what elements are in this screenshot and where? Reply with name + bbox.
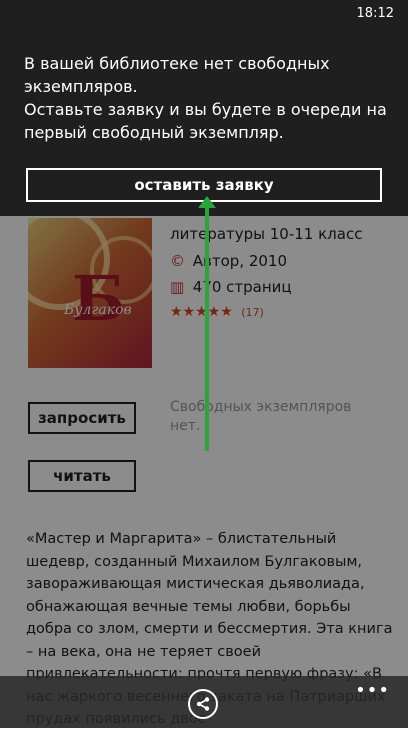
dialog-line-2: Оставьте заявку и вы будете в очереди на… bbox=[24, 100, 387, 142]
more-menu-button[interactable]: ••• bbox=[355, 680, 390, 701]
annotation-arrow bbox=[205, 205, 209, 451]
reservation-dialog: 18:12 В вашей библиотеке нет свободных э… bbox=[0, 0, 408, 216]
status-time: 18:12 bbox=[356, 6, 394, 21]
share-icon bbox=[196, 697, 210, 711]
dialog-line-1: В вашей библиотеке нет свободных экземпл… bbox=[24, 54, 330, 96]
dialog-message: В вашей библиотеке нет свободных экземпл… bbox=[24, 52, 400, 144]
share-button[interactable] bbox=[188, 689, 218, 719]
annotation-arrow-head bbox=[198, 196, 216, 208]
